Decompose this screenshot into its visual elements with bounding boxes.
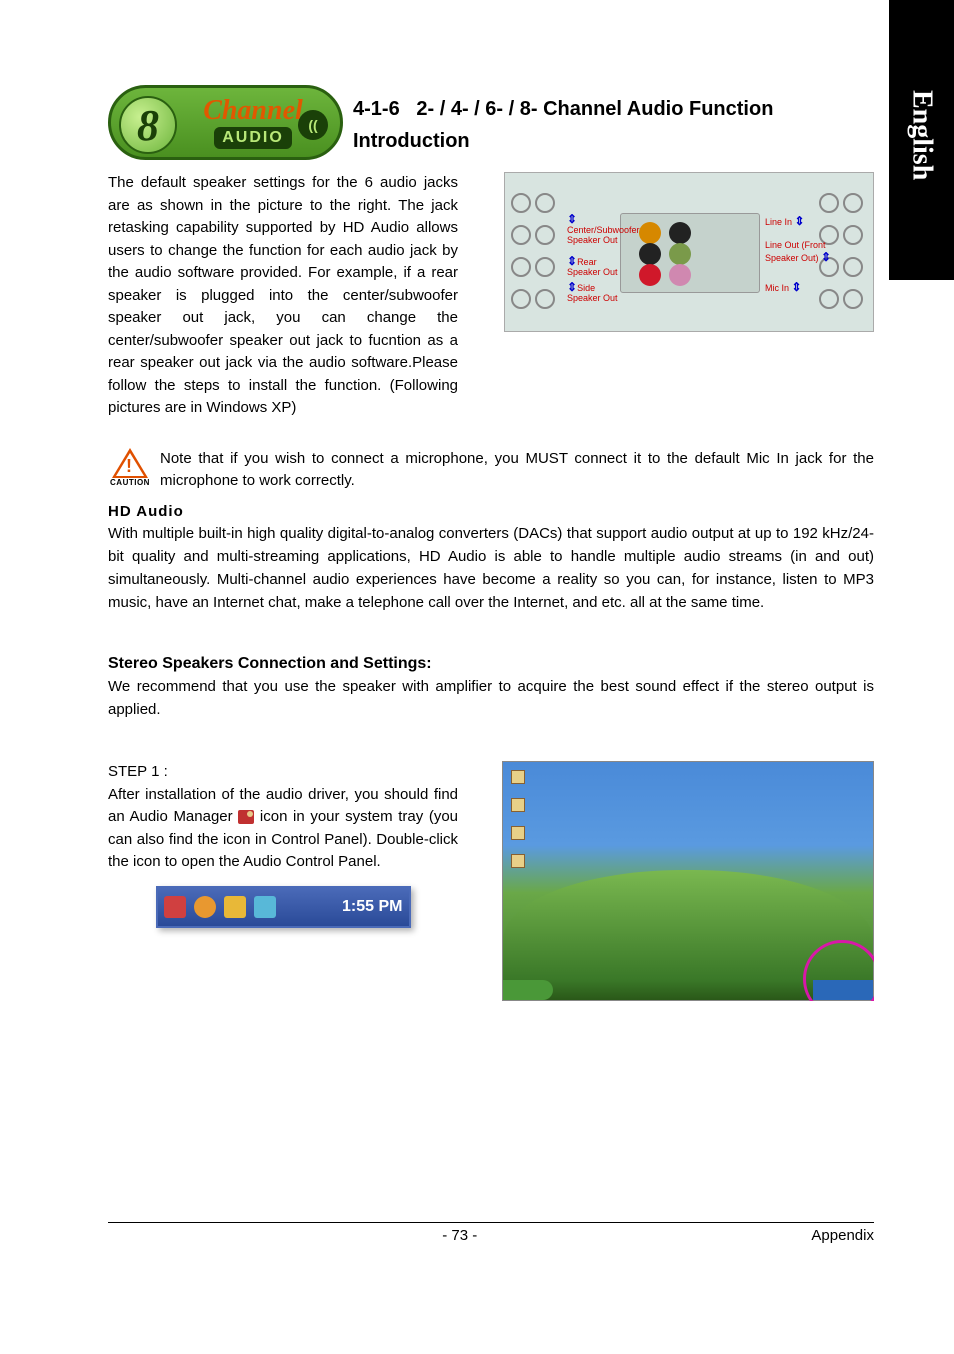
language-tab: English	[889, 0, 954, 280]
tray-clock: 1:55 PM	[342, 895, 402, 919]
jack-rear	[639, 243, 661, 265]
label-line-in: Line In ⇕	[765, 215, 825, 228]
jack-line-in	[669, 222, 691, 244]
jack-center-sub	[639, 222, 661, 244]
desktop-icon	[511, 770, 525, 784]
footer-section: Appendix	[811, 1227, 874, 1244]
desktop-icon	[511, 826, 525, 840]
page-content: 8 Channel AUDIO (( 4-1-6 2- / 4- / 6- / …	[108, 85, 874, 1234]
language-label: English	[906, 90, 938, 180]
page-footer: - 73 - Appendix	[108, 1222, 874, 1244]
jack-side	[669, 264, 691, 286]
step1-row: STEP 1 : After installation of the audio…	[108, 761, 874, 1001]
arrow-icon: ⇕	[792, 280, 802, 294]
intro-row: The default speaker settings for the 6 a…	[108, 172, 874, 420]
section-number: 4-1-6	[353, 98, 400, 120]
tray-icon-3	[224, 896, 246, 918]
logo-line1: Channel	[203, 97, 303, 125]
hd-audio-heading: HD Audio	[108, 503, 874, 520]
caution-label: CAUTION	[108, 478, 152, 487]
jack-line-out	[669, 243, 691, 265]
label-side: ⇕Side Speaker Out	[567, 281, 622, 304]
desktop-icon	[511, 854, 525, 868]
section-title-text: 2- / 4- / 6- / 8- Channel Audio Function…	[353, 98, 773, 152]
system-tray-screenshot: 1:55 PM	[156, 886, 411, 928]
arrow-icon: ⇕	[795, 214, 805, 228]
jack-column-left	[511, 187, 559, 315]
page-number: - 73 -	[442, 1227, 477, 1244]
caution-block: CAUTION Note that if you wish to connect…	[108, 448, 874, 493]
audio-jack-diagram: ⇕Center/Subwoofer Speaker Out ⇕Rear Spea…	[504, 172, 874, 332]
step1-text: STEP 1 : After installation of the audio…	[108, 761, 458, 928]
label-mic-in: Mic In ⇕	[765, 281, 825, 294]
desktop-screenshot	[502, 761, 874, 1001]
tray-icon-1	[164, 896, 186, 918]
intro-paragraph: The default speaker settings for the 6 a…	[108, 172, 458, 420]
caution-icon: CAUTION	[108, 448, 152, 487]
logo-line2: AUDIO	[214, 127, 292, 149]
label-rear: ⇕Rear Speaker Out	[567, 255, 622, 278]
label-line-out: Line Out (Front Speaker Out) ⇕	[765, 241, 835, 264]
stereo-heading: Stereo Speakers Connection and Settings:	[108, 655, 874, 673]
hd-audio-text: With multiple built-in high quality digi…	[108, 522, 874, 615]
arrow-icon: ⇕	[821, 250, 831, 264]
arrow-icon: ⇕	[567, 280, 577, 294]
jack-mic	[639, 264, 661, 286]
label-center-sub: ⇕Center/Subwoofer Speaker Out	[567, 213, 622, 246]
logo-text: Channel AUDIO	[203, 97, 303, 149]
channel-audio-logo: 8 Channel AUDIO ((	[108, 85, 343, 160]
arrow-icon: ⇕	[567, 212, 577, 226]
logo-digit: 8	[119, 96, 177, 154]
audio-manager-icon	[238, 810, 254, 824]
audio-jack-block	[620, 213, 760, 293]
logo-speaker-icon: ((	[298, 110, 328, 140]
tray-audio-icon	[254, 896, 276, 918]
arrow-icon: ⇕	[567, 254, 577, 268]
caution-text: Note that if you wish to connect a micro…	[160, 448, 874, 493]
stereo-text: We recommend that you use the speaker wi…	[108, 675, 874, 722]
start-button	[503, 980, 553, 1000]
tray-icon-2	[194, 896, 216, 918]
step1-label: STEP 1 :	[108, 761, 458, 784]
desktop-icon	[511, 798, 525, 812]
